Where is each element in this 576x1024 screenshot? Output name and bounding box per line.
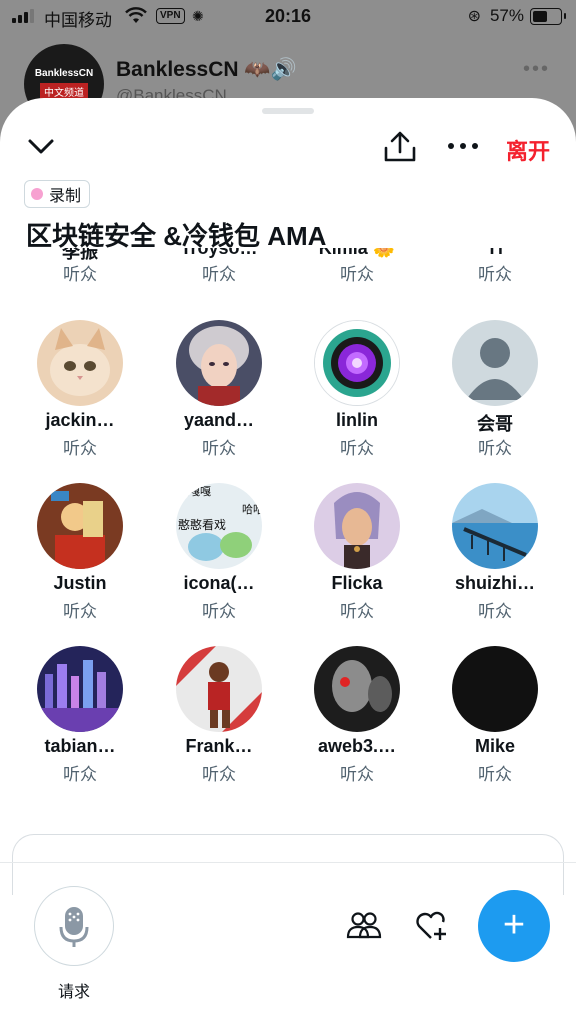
divider	[0, 862, 576, 863]
listener-role: 听众	[202, 265, 236, 284]
listener-role: 听众	[340, 265, 374, 284]
listener-role: 听众	[478, 439, 512, 458]
sticker-text: 憨憨看戏	[178, 518, 226, 532]
request-mic-button[interactable]	[34, 886, 114, 966]
people-icon[interactable]	[346, 910, 382, 940]
listener-role: 听众	[202, 765, 236, 784]
listener-grid: 李振 听众 Troyso… 听众 Kimia 🌼 听众 Tf 听众 jackin…	[0, 248, 576, 808]
listener-role: 听众	[63, 602, 97, 621]
listener-role: 听众	[340, 602, 374, 621]
sticker-text: 哈哈	[242, 503, 262, 516]
listener-role: 听众	[478, 602, 512, 621]
listener-avatar	[452, 483, 538, 569]
listener-role: 听众	[63, 765, 97, 784]
share-icon[interactable]	[382, 130, 418, 164]
listener-name: linlin	[336, 410, 378, 430]
listener-name: 会哥	[477, 414, 513, 434]
orientation-lock-icon: ⊛	[467, 8, 481, 25]
listener-name: Flicka	[331, 573, 383, 593]
heart-plus-icon[interactable]	[414, 908, 450, 942]
battery-percent: 57%	[489, 6, 524, 25]
listener-role: 听众	[478, 765, 512, 784]
listener-role: 听众	[202, 602, 236, 621]
listener-avatar: 嘎嘎嘎憨憨看戏 哈哈	[176, 483, 262, 569]
drag-handle[interactable]	[262, 108, 314, 114]
listener-name: Mike	[474, 736, 516, 756]
listener-avatar	[37, 646, 123, 732]
recording-badge: 录制	[24, 180, 91, 208]
listener-name: jackin…	[45, 410, 115, 430]
host-more-icon[interactable]: •••	[523, 58, 550, 81]
more-options-icon[interactable]	[446, 136, 480, 156]
host-name: BanklessCN 🦇🔊	[116, 58, 297, 81]
listener-role: 听众	[478, 265, 512, 284]
listener-avatar	[37, 320, 123, 406]
sticker-text: 嘎嘎嘎	[178, 485, 211, 498]
space-sheet: 离开 录制 区块链安全 &冷钱包 AMA 李振 听众 Troyso… 听众 Ki…	[0, 98, 576, 1024]
listener-avatar	[176, 646, 262, 732]
listener-name: Tf	[486, 248, 504, 258]
listener-name: icona(…	[183, 573, 255, 593]
listener-name: Kimia 🌼	[318, 248, 396, 258]
chevron-down-icon[interactable]	[26, 134, 56, 158]
listener-role: 听众	[63, 439, 97, 458]
listener-avatar	[314, 646, 400, 732]
listener-name: tabian…	[44, 736, 116, 756]
listener-name: Justin	[53, 573, 107, 593]
listener-avatar	[314, 483, 400, 569]
add-button[interactable]: +	[478, 890, 550, 962]
request-label: 请求	[57, 984, 90, 1001]
listener-role: 听众	[340, 439, 374, 458]
listener-name: yaand…	[183, 410, 255, 430]
listener-avatar	[176, 320, 262, 406]
default-avatar-icon	[452, 320, 538, 406]
avatar-brand-text: BanklessCN	[34, 68, 94, 79]
listener-name: shuizhi…	[455, 573, 535, 593]
listener-avatar	[452, 646, 538, 732]
microphone-icon	[59, 907, 89, 947]
listener-role: 听众	[340, 765, 374, 784]
status-bar: 中国移动 VPN ✺ 20:16 ⊛ 57%	[0, 0, 576, 34]
listener-avatar	[314, 320, 400, 406]
listener-role: 听众	[63, 265, 97, 284]
battery-icon	[530, 8, 566, 25]
listener-name: aweb3.…	[317, 736, 397, 756]
recording-dot-icon	[31, 188, 43, 200]
listener-name: Troyso…	[180, 248, 258, 258]
leave-button[interactable]: 离开	[506, 134, 550, 166]
listener-role: 听众	[202, 439, 236, 458]
comment-panel[interactable]	[12, 834, 564, 895]
listener-avatar	[37, 483, 123, 569]
listener-name: Frank…	[185, 736, 253, 756]
recording-label: 录制	[49, 188, 82, 205]
